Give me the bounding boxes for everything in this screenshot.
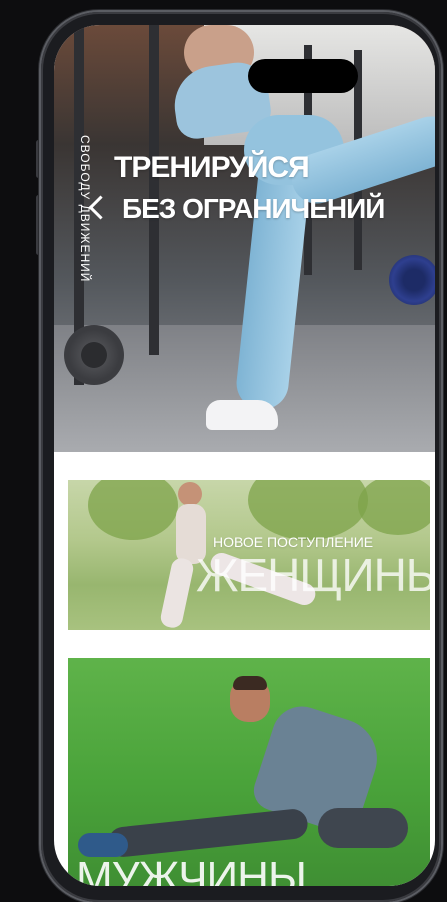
screen: СВОБОДУ ДВИЖЕНИЙ ТРЕНИРУЙСЯ БЕЗ ОГРАНИЧЕ… bbox=[54, 25, 435, 886]
tree bbox=[248, 480, 368, 540]
category-card-women[interactable]: НОВОЕ ПОСТУПЛЕНИЕ ЖЕНЩИНЫ bbox=[68, 480, 430, 630]
athlete-image bbox=[318, 808, 408, 848]
athlete-image bbox=[233, 676, 267, 690]
hero-title-line2: БЕЗ ОГРАНИЧЕНИЙ bbox=[122, 193, 385, 224]
card-title: ЖЕНЩИНЫ bbox=[196, 549, 430, 601]
tree bbox=[88, 480, 178, 540]
dynamic-island bbox=[248, 59, 358, 93]
hero-title-line1: ТРЕНИРУЙСЯ bbox=[114, 151, 310, 184]
weight-plate bbox=[64, 325, 124, 385]
card-title: МУЖЧИНЫ bbox=[76, 853, 307, 887]
weight-plate bbox=[389, 255, 435, 305]
chevron-left-icon[interactable] bbox=[88, 195, 113, 220]
category-card-men[interactable]: МУЖЧИНЫ bbox=[68, 658, 430, 886]
athlete-image bbox=[178, 482, 202, 506]
athlete-image bbox=[206, 400, 278, 430]
tree bbox=[358, 480, 430, 535]
hero-banner[interactable]: СВОБОДУ ДВИЖЕНИЙ ТРЕНИРУЙСЯ БЕЗ ОГРАНИЧЕ… bbox=[54, 25, 435, 452]
athlete-image bbox=[106, 807, 310, 859]
athlete-image bbox=[158, 556, 196, 630]
rack-post bbox=[149, 25, 159, 355]
card-subtitle: НОВОЕ ПОСТУПЛЕНИЕ bbox=[213, 534, 374, 550]
